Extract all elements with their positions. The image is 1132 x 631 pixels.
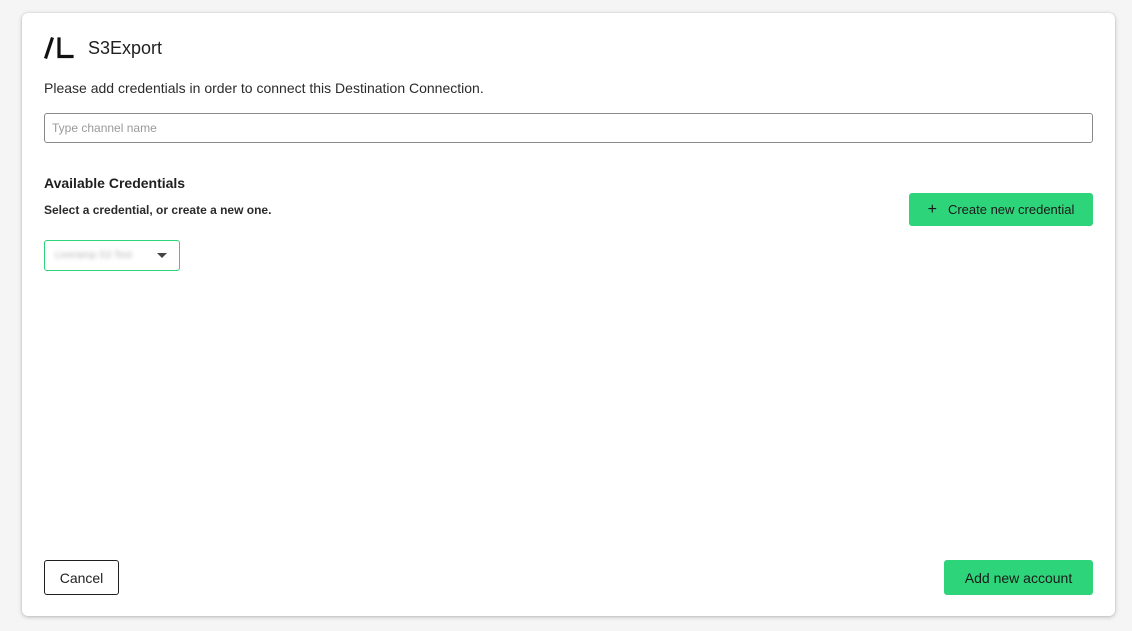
create-credential-button[interactable]: + Create new credential [909, 193, 1093, 226]
brand-logo-icon [44, 37, 74, 59]
create-credential-label: Create new credential [947, 202, 1075, 217]
caret-down-icon [157, 253, 167, 258]
credential-select-value: Liveramp S3 Test [55, 250, 133, 261]
connection-modal: S3Export Please add credentials in order… [22, 13, 1115, 616]
available-credentials-subtitle: Select a credential, or create a new one… [44, 203, 272, 217]
intro-text: Please add credentials in order to conne… [44, 80, 484, 96]
modal-header: S3Export [44, 37, 162, 59]
channel-name-input[interactable] [44, 113, 1093, 143]
cancel-button[interactable]: Cancel [44, 560, 119, 595]
available-credentials-heading: Available Credentials [44, 175, 186, 191]
modal-title: S3Export [88, 37, 163, 58]
add-new-account-button[interactable]: Add new account [944, 560, 1093, 595]
plus-icon: + [927, 200, 937, 218]
credential-select[interactable]: Liveramp S3 Test [44, 240, 180, 271]
